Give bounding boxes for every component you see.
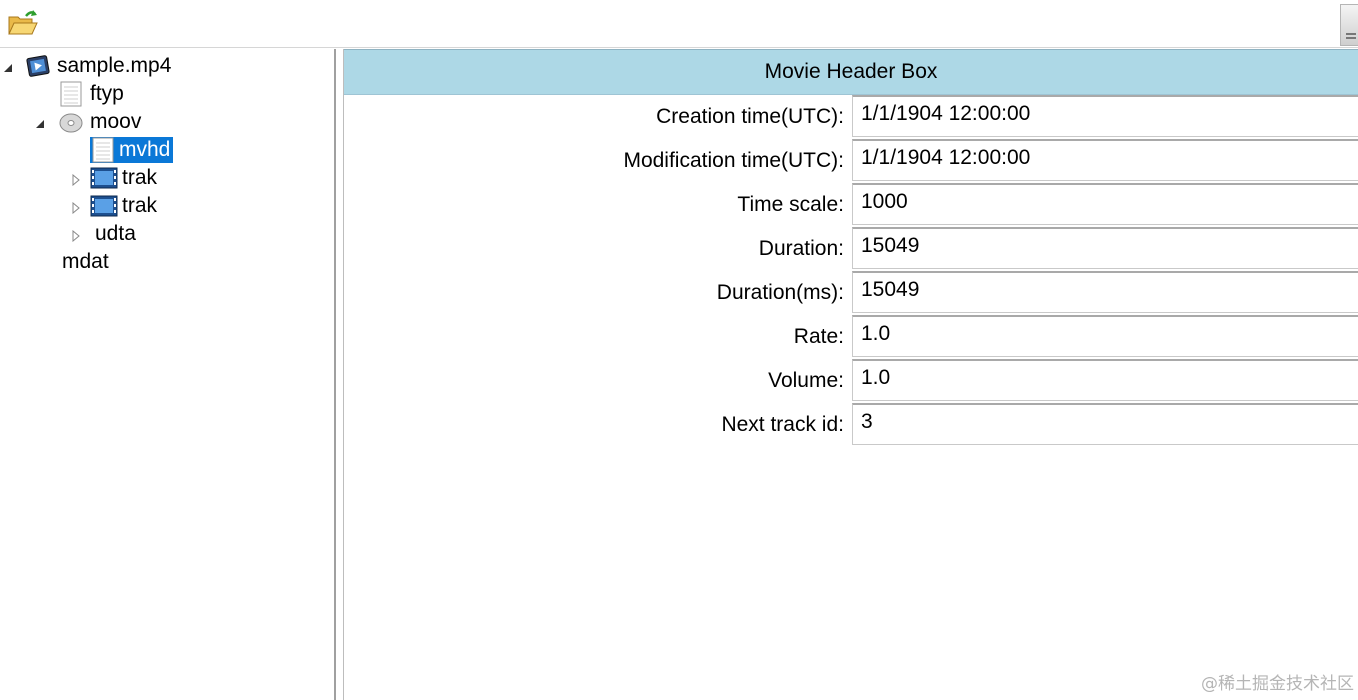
field-label: Duration: — [758, 237, 844, 260]
panel-splitter[interactable] — [336, 49, 344, 700]
time-scale-field[interactable]: 1000 — [852, 183, 1358, 225]
tree-node-trak[interactable]: trak — [90, 165, 160, 191]
expand-arrow-icon[interactable] — [70, 229, 82, 243]
expand-arrow-icon[interactable] — [70, 173, 82, 187]
field-label: Volume: — [768, 369, 844, 392]
duration-field[interactable]: 15049 — [852, 227, 1358, 269]
field-label: Creation time(UTC): — [656, 105, 844, 128]
field-label: Duration(ms): — [716, 281, 844, 304]
tree-node-mvhd[interactable]: mvhd — [90, 137, 174, 163]
duration-ms-field[interactable]: 15049 — [852, 271, 1358, 313]
film-icon — [90, 193, 118, 219]
tree-node-label: moov — [90, 110, 142, 133]
field-label: Time scale: — [737, 193, 844, 216]
collapse-arrow-icon[interactable] — [2, 61, 14, 73]
modification-time-field[interactable]: 1/1/1904 12:00:00 — [852, 139, 1358, 181]
tree-node-ftyp[interactable]: ftyp — [58, 81, 127, 107]
field-row-duration: Duration: 15049 — [344, 227, 1358, 271]
creation-time-field[interactable]: 1/1/1904 12:00:00 — [852, 95, 1358, 137]
field-row-duration-ms: Duration(ms): 15049 — [344, 271, 1358, 315]
disc-icon — [58, 109, 84, 135]
field-row-modification-time: Modification time(UTC): 1/1/1904 12:00:0… — [344, 139, 1358, 183]
film-icon — [90, 165, 118, 191]
next-track-id-field[interactable]: 3 — [852, 403, 1358, 445]
tree-node-udta[interactable]: udta — [92, 221, 139, 247]
tree-node-label: sample.mp4 — [57, 54, 172, 77]
field-label: Next track id: — [721, 413, 844, 436]
watermark: @稀土掘金技术社区 — [1201, 674, 1354, 694]
field-row-rate: Rate: 1.0 — [344, 315, 1358, 359]
tree-node-label: trak — [122, 166, 158, 189]
tree-node-label: mdat — [62, 250, 109, 273]
tree-node-mdat[interactable]: mdat — [59, 249, 112, 275]
field-label: Modification time(UTC): — [623, 149, 844, 172]
detail-panel: Movie Header Box Creation time(UTC): 1/1… — [344, 49, 1358, 700]
toolbar — [0, 0, 1358, 48]
expand-arrow-icon[interactable] — [70, 201, 82, 215]
open-folder-icon[interactable] — [6, 8, 40, 40]
field-row-creation-time: Creation time(UTC): 1/1/1904 12:00:00 — [344, 95, 1358, 139]
document-icon — [58, 81, 84, 107]
tree-node-label: mvhd — [116, 137, 174, 163]
tree-node-label: trak — [122, 194, 158, 217]
document-icon — [90, 137, 116, 163]
field-label: Rate: — [793, 325, 844, 348]
collapse-arrow-icon[interactable] — [34, 117, 46, 129]
tree-node-trak[interactable]: trak — [90, 193, 160, 219]
tree-node-label: udta — [95, 222, 136, 245]
detail-title: Movie Header Box — [344, 49, 1358, 95]
volume-field[interactable]: 1.0 — [852, 359, 1358, 401]
field-row-volume: Volume: 1.0 — [344, 359, 1358, 403]
tree-node-label: ftyp — [90, 82, 124, 105]
field-row-time-scale: Time scale: 1000 — [344, 183, 1358, 227]
tree-node-root[interactable]: sample.mp4 — [25, 53, 174, 79]
field-row-next-track-id: Next track id: 3 — [344, 403, 1358, 447]
movie-file-icon — [25, 53, 51, 79]
rate-field[interactable]: 1.0 — [852, 315, 1358, 357]
tree-node-moov[interactable]: moov — [58, 109, 144, 135]
scrollbar[interactable] — [1340, 4, 1358, 46]
box-tree: sample.mp4 ftyp moov mvhd trak trak udta… — [0, 49, 336, 700]
